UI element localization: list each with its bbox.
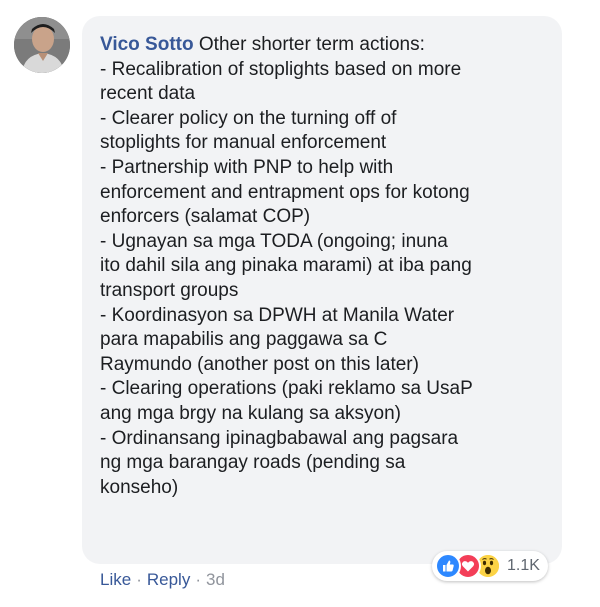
comment-line: - Clearer policy on the turning off of bbox=[100, 107, 397, 129]
comment-body: Vico Sotto Other shorter term actions: -… bbox=[100, 33, 548, 500]
comment-line: konseho) bbox=[100, 476, 179, 498]
comment-bubble: Vico Sotto Other shorter term actions: -… bbox=[82, 16, 562, 564]
comment-line: - Ugnayan sa mga TODA (ongoing; inuna bbox=[100, 230, 448, 252]
comment-line: - Recalibration of stoplights based on m… bbox=[100, 58, 462, 80]
reaction-count: 1.1K bbox=[507, 557, 540, 574]
reply-button[interactable]: Reply bbox=[147, 570, 190, 589]
comment-line: enforcement and entrapment ops for koton… bbox=[100, 181, 470, 203]
comment-line: ang mga brgy na kulang sa aksyon) bbox=[100, 402, 402, 424]
author-name[interactable]: Vico Sotto bbox=[100, 34, 194, 55]
comment-line: transport groups bbox=[100, 279, 239, 301]
comment-line: - Partnership with PNP to help with bbox=[100, 156, 394, 178]
avatar[interactable] bbox=[14, 17, 70, 73]
comment-line: stoplights for manual enforcement bbox=[100, 132, 387, 154]
comment-line: - Koordinasyon sa DPWH at Manila Water bbox=[100, 304, 455, 326]
comment-line: enforcers (salamat COP) bbox=[100, 206, 311, 228]
comment-line: para mapabilis ang paggawa sa C bbox=[100, 329, 388, 351]
comment-line: Raymundo (another post on this later) bbox=[100, 353, 419, 375]
comment-line: ito dahil sila ang pinaka marami) at iba… bbox=[100, 255, 472, 277]
comment-line: recent data bbox=[100, 83, 196, 105]
comment-line: - Ordinansang ipinagbabawal ang pagsara bbox=[100, 427, 459, 449]
comment-line: - Clearing operations (paki reklamo sa U… bbox=[100, 378, 473, 400]
separator: · bbox=[136, 570, 142, 589]
comment-intro: Other shorter term actions: bbox=[198, 34, 425, 55]
like-button[interactable]: Like bbox=[100, 570, 131, 589]
separator: · bbox=[195, 570, 201, 589]
comment-line: ng mga barangay roads (pending sa bbox=[100, 452, 406, 474]
reactions-summary[interactable]: 1.1K bbox=[432, 551, 548, 581]
comment-actions: Like · Reply · 3d bbox=[100, 569, 225, 591]
like-icon bbox=[435, 553, 461, 579]
timestamp[interactable]: 3d bbox=[206, 570, 225, 589]
